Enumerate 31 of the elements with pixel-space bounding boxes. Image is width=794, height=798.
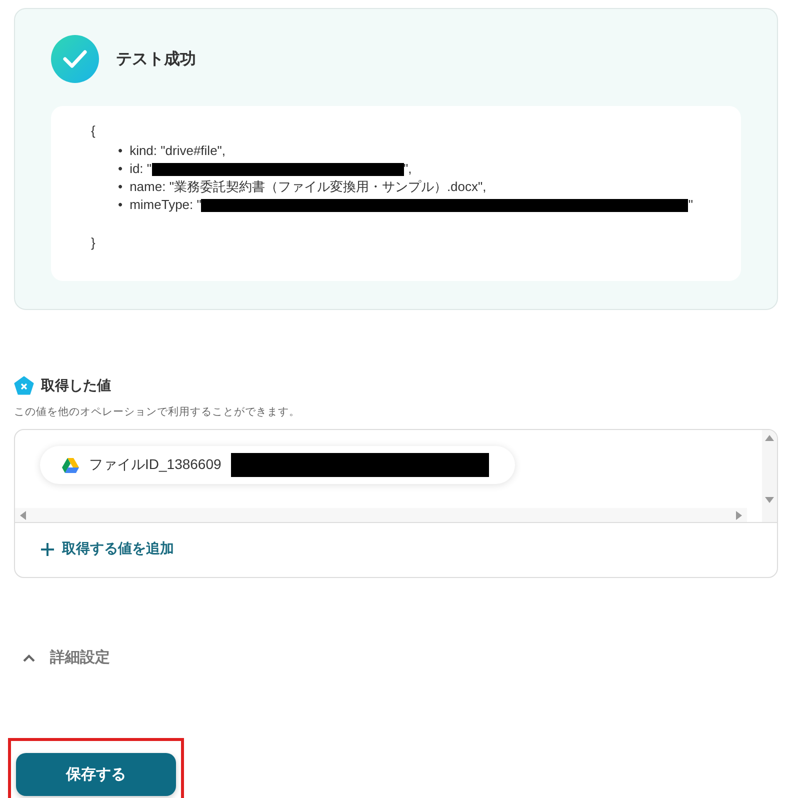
up-arrow-icon[interactable] — [765, 434, 774, 443]
chevron-icon — [22, 652, 36, 662]
code-text: ", — [404, 160, 412, 178]
down-arrow-icon[interactable] — [765, 495, 774, 504]
left-arrow-icon[interactable] — [19, 510, 28, 520]
code-text: mimeType: " — [130, 196, 202, 214]
bullet: • — [118, 142, 123, 160]
bullet: • — [118, 178, 123, 196]
value-label: ファイルID_1386609 — [89, 456, 222, 474]
code-text: " — [688, 196, 694, 214]
check-icon — [51, 35, 99, 83]
add-value-link[interactable]: 取得する値を追加 — [41, 540, 174, 558]
code-text: id: " — [130, 160, 152, 178]
drive-icon — [62, 458, 79, 472]
save-button[interactable]: 保存する — [16, 752, 176, 796]
pentagon-icon — [14, 376, 34, 396]
vertical-scrollbar[interactable] — [762, 430, 777, 522]
code-text: name: "業務委託契約書（ファイル変換用・サンプル）.docx", — [130, 178, 486, 196]
value-chip[interactable]: ファイルID_1386609 — [40, 446, 516, 484]
code-text: { — [91, 122, 96, 140]
right-arrow-icon[interactable] — [734, 510, 743, 520]
code-text: kind: "drive#file", — [130, 142, 226, 160]
section-title: 取得した値 — [41, 377, 111, 395]
bullet: • — [118, 160, 123, 178]
code-text: } — [91, 234, 96, 252]
section-description: この値を他のオペレーションで利用することができます。 — [14, 405, 300, 419]
bullet: • — [118, 196, 123, 214]
result-title: テスト成功 — [116, 50, 196, 70]
plus-icon — [41, 542, 54, 556]
advanced-settings-toggle[interactable]: 詳細設定 — [22, 648, 110, 667]
horizontal-scrollbar[interactable] — [15, 508, 747, 522]
